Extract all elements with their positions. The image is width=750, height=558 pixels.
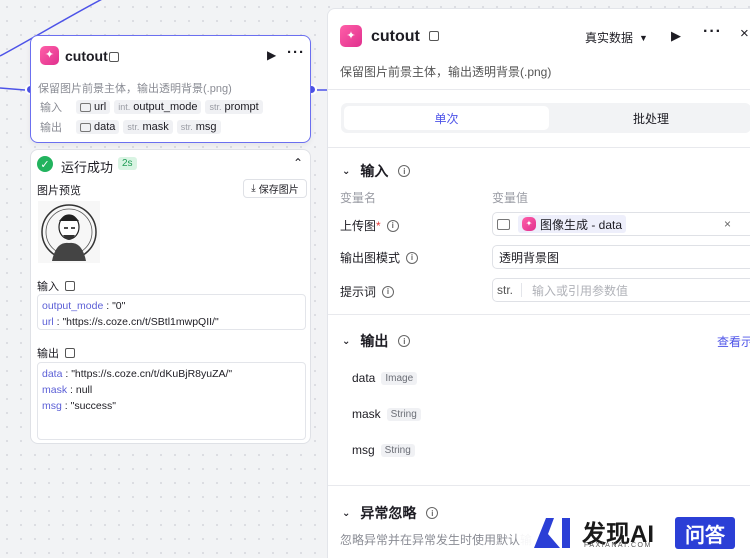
cutout-app-icon: ✦ <box>40 46 59 65</box>
node-description: 保留图片前景主体，输出透明背景(.png) <box>38 83 232 95</box>
input-chip-output-mode: int. output_mode <box>114 100 202 114</box>
divider <box>328 314 750 315</box>
output-var-msg: msg String <box>352 443 415 457</box>
caret-down-icon: ▼ <box>639 32 648 43</box>
more-icon[interactable]: ··· <box>287 44 305 61</box>
output-mode-label: 输出图模式 i <box>340 249 419 266</box>
data-mode-dropdown[interactable]: 真实数据 ▼ <box>585 29 648 46</box>
run-result-card: ✓ 运行成功 2s ⌃ 图片预览 ⤓ 保存图片 输入 output_mode :… <box>30 149 311 444</box>
tab-batch[interactable]: 批处理 <box>551 106 750 130</box>
plugin-icon <box>109 52 119 62</box>
image-icon <box>80 122 91 132</box>
upload-image-field[interactable]: ✦ 图像生成 - data × <box>492 212 750 236</box>
watermark-logo: 发现AI FAXIANAI.COM 问答 <box>520 510 750 558</box>
result-output-line: mask : null <box>42 384 93 396</box>
image-gen-icon: ✦ <box>522 217 536 231</box>
watermark-domain: FAXIANAI.COM <box>584 542 652 549</box>
download-icon: ⤓ <box>251 183 256 194</box>
portrait-sketch-image <box>41 204 97 261</box>
copy-icon[interactable] <box>65 348 75 358</box>
result-output-box: data : "https://s.coze.cn/t/dKuBjR8yuZA/… <box>37 362 306 440</box>
cutout-node-card[interactable]: ✦ cutout ▶ ··· 保留图片前景主体，输出透明背景(.png) 输入 … <box>30 35 311 143</box>
input-section-header[interactable]: ⌄ 输入 i <box>342 161 411 181</box>
image-icon <box>497 218 510 230</box>
col-value-header: 变量值 <box>492 191 529 205</box>
clear-reference-icon[interactable]: × <box>724 217 731 231</box>
run-duration-badge: 2s <box>118 157 137 170</box>
input-chip-prompt: str. prompt <box>205 100 263 114</box>
output-chip-msg: str. msg <box>176 120 221 134</box>
info-icon: i <box>386 219 399 232</box>
more-icon[interactable]: ··· <box>703 23 722 41</box>
watermark-badge: 问答 <box>675 517 735 549</box>
exception-section-header[interactable]: ⌄ 异常忽略 i <box>342 503 439 523</box>
image-preview-label: 图片预览 <box>37 185 81 197</box>
output-chip-mask: str. mask <box>123 120 173 134</box>
reference-chip: ✦ 图像生成 - data <box>518 215 627 233</box>
chevron-down-icon: ⌄ <box>342 165 351 177</box>
col-name-header: 变量名 <box>340 191 377 205</box>
view-example-link[interactable]: 查看示 <box>717 333 750 350</box>
output-chip-data: data <box>76 120 120 134</box>
prompt-input[interactable]: str. 输入或引用参数值 <box>492 278 750 302</box>
exception-description: 忽略异常并在异常发生时使用默认输 <box>340 533 533 547</box>
collapse-chevron-icon[interactable]: ⌃ <box>293 156 303 170</box>
node-settings-panel: ✦ cutout 真实数据 ▼ ▶ ··· × 保留图片前景主体，输出透明背景(.… <box>327 8 750 558</box>
run-mode-tabs: 单次 批处理 <box>341 103 750 133</box>
divider <box>328 89 750 90</box>
result-input-line: url : "https://s.coze.cn/t/SBtl1mwpQII/" <box>42 316 219 328</box>
panel-description: 保留图片前景主体，输出透明背景(.png) <box>340 65 552 79</box>
tab-single[interactable]: 单次 <box>344 106 549 130</box>
plugin-icon <box>429 31 439 41</box>
node-inputs-row: 输入 url int. output_mode str. prompt <box>40 99 263 115</box>
result-output-line: msg : "success" <box>42 400 116 412</box>
run-status: 运行成功 <box>61 160 114 175</box>
output-var-mask: mask String <box>352 407 421 421</box>
save-image-button[interactable]: ⤓ 保存图片 <box>243 179 307 198</box>
info-icon: i <box>426 507 439 519</box>
close-icon[interactable]: × <box>740 25 749 42</box>
run-icon[interactable]: ▶ <box>267 48 276 62</box>
input-chip-url: url <box>76 100 111 114</box>
preview-image[interactable] <box>38 201 100 263</box>
success-check-icon: ✓ <box>37 156 53 172</box>
prompt-label: 提示词 i <box>340 283 395 300</box>
output-mode-select[interactable]: 透明背景图 <box>492 245 750 269</box>
output-section-header[interactable]: ⌄ 输出 i <box>342 331 411 351</box>
node-title: cutout <box>65 48 108 64</box>
info-icon: i <box>398 165 411 177</box>
divider <box>328 485 750 486</box>
result-input-header: 输入 <box>37 278 75 294</box>
panel-title: cutout <box>371 28 420 45</box>
run-icon[interactable]: ▶ <box>671 28 681 44</box>
divider <box>328 147 750 148</box>
node-outputs-label: 输出 <box>40 122 62 134</box>
info-icon: i <box>406 251 419 264</box>
copy-icon[interactable] <box>65 281 75 291</box>
result-input-line: output_mode : "0" <box>42 300 126 312</box>
info-icon: i <box>382 285 395 298</box>
node-inputs-label: 输入 <box>40 102 62 114</box>
node-outputs-row: 输出 data str. mask str. msg <box>40 119 221 135</box>
brand-logo-icon <box>534 518 570 548</box>
result-output-line: data : "https://s.coze.cn/t/dKuBjR8yuZA/… <box>42 368 233 380</box>
result-output-header: 输出 <box>37 345 75 361</box>
cutout-app-icon: ✦ <box>340 25 362 47</box>
chevron-down-icon: ⌄ <box>342 335 351 347</box>
chevron-down-icon: ⌄ <box>342 507 351 519</box>
image-icon <box>80 102 91 112</box>
info-icon: i <box>398 335 411 347</box>
upload-image-label: 上传图* i <box>340 217 399 234</box>
result-input-box: output_mode : "0" url : "https://s.coze.… <box>37 294 306 330</box>
output-var-data: data Image <box>352 371 418 385</box>
